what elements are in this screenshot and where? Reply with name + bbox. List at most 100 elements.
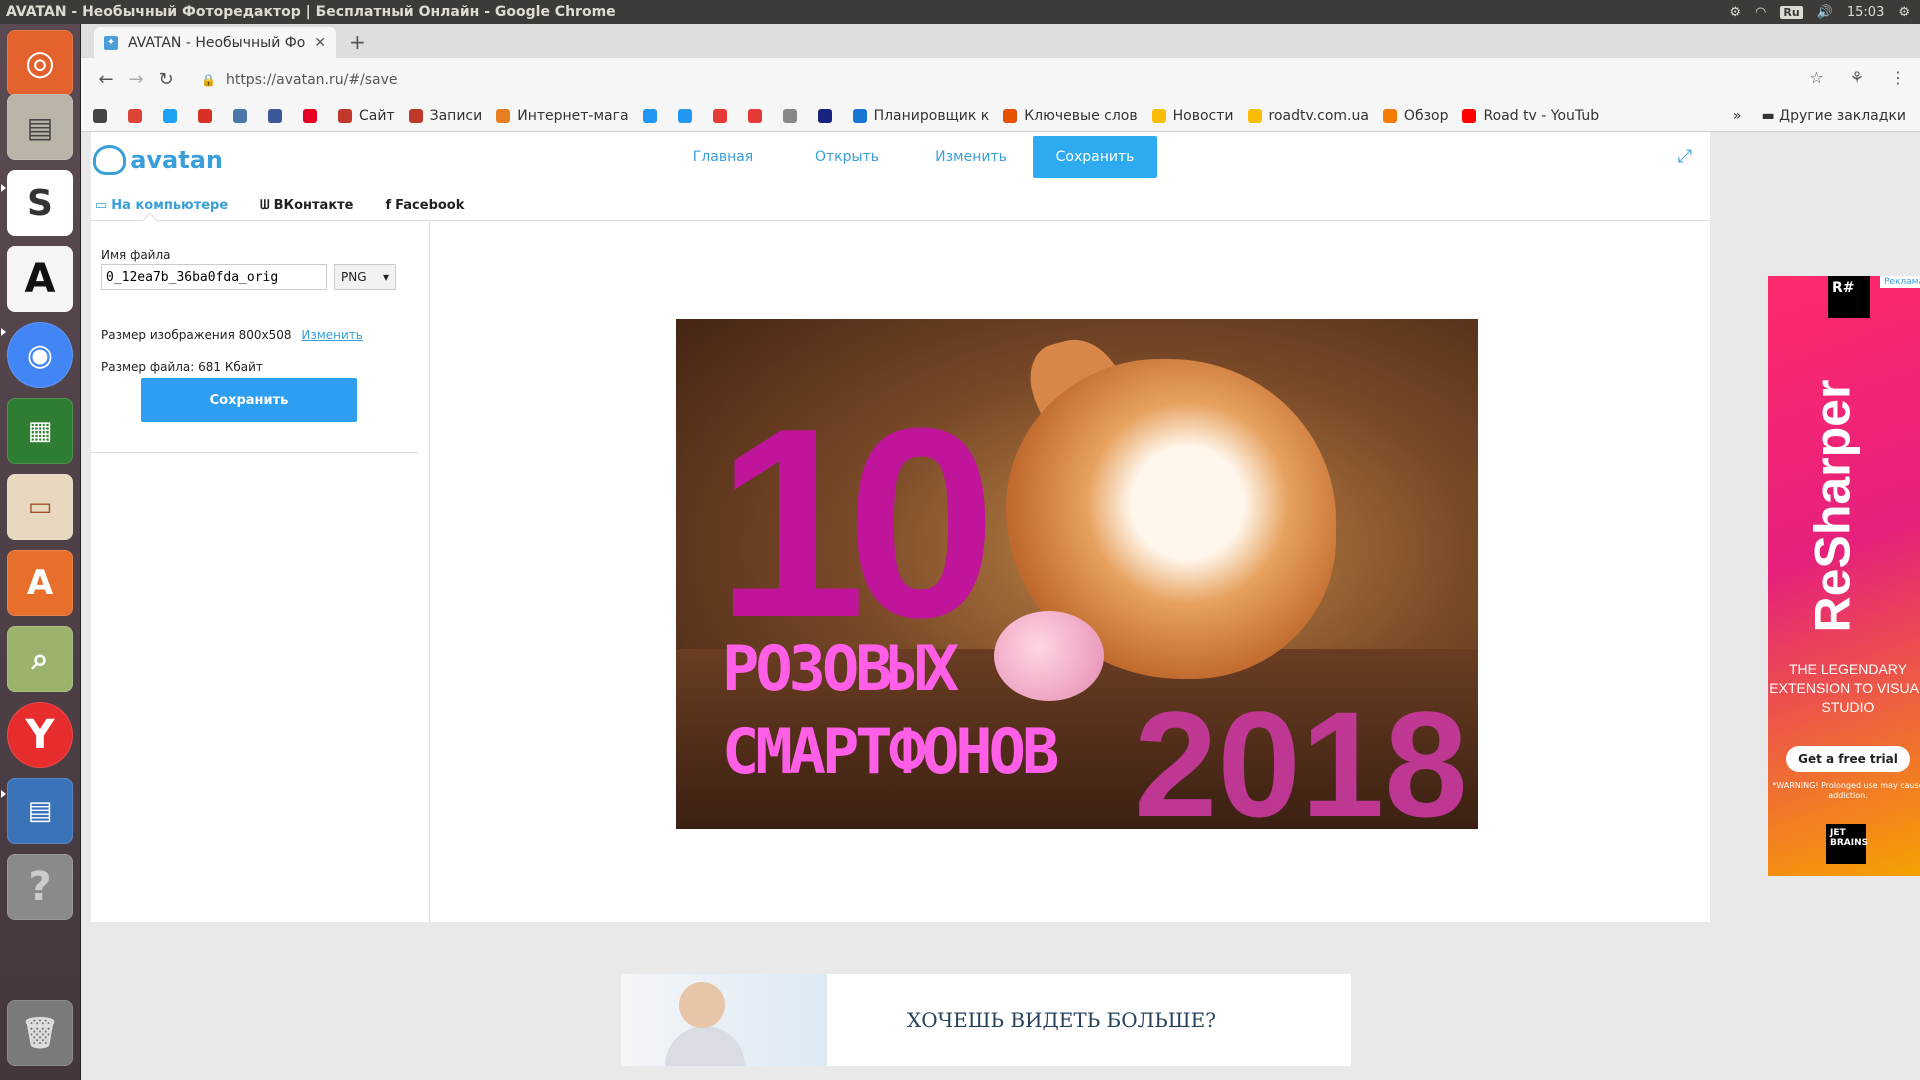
yandex-browser-icon[interactable]: Y <box>7 702 73 768</box>
bookmark-favicon-icon <box>496 108 511 123</box>
nav-item[interactable]: Изменить <box>909 136 1033 178</box>
menu-icon[interactable]: ⋮ <box>1890 68 1906 87</box>
nav-item[interactable]: Главная <box>661 136 785 178</box>
writer-icon[interactable]: ▤ <box>7 778 73 844</box>
image-viewer-icon[interactable]: ⌕ <box>7 626 73 692</box>
preview-line-2: СМАРТФОНОВ <box>722 715 1059 788</box>
bookmark-item[interactable]: Планировщик к <box>852 108 989 124</box>
power-icon[interactable]: ⚙ <box>1898 5 1910 20</box>
bookmark-item[interactable] <box>817 108 839 123</box>
bookmark-label: Новости <box>1172 107 1234 124</box>
new-tab-icon[interactable]: + <box>349 30 366 54</box>
change-size-link[interactable]: Изменить <box>301 328 363 342</box>
resharper-ad[interactable]: R# Реклама ReSharper THE LEGENDARY EXTEN… <box>1768 276 1920 876</box>
laptop-icon: ▭ <box>95 197 108 213</box>
ad-tag[interactable]: Реклама <box>1880 276 1920 288</box>
save-tab[interactable]: ▭ На компьютере <box>95 198 228 213</box>
bookmark-favicon-icon <box>782 108 797 123</box>
save-tab-label: ВКонтакте <box>273 197 354 213</box>
bottom-banner[interactable]: ХОЧЕШЬ ВИДЕТЬ БОЛЬШЕ? <box>621 974 1351 1066</box>
preview-year: 2018 <box>1134 680 1468 829</box>
calc-icon[interactable]: ▦ <box>7 398 73 464</box>
format-select[interactable]: PNG ▾ <box>334 264 396 290</box>
banner-image <box>621 974 827 1066</box>
bookmark-item[interactable]: Сайт <box>338 108 395 124</box>
panel-divider <box>91 452 419 453</box>
bookmarks-bar: Сайт Записи Интернет-мага Планировщик к Ключ… <box>81 100 1920 132</box>
avatan-favicon-icon: ✦ <box>104 35 118 50</box>
more-bookmarks-icon[interactable]: » <box>1733 108 1742 124</box>
save-tab[interactable]: ᗯ ВКонтакте <box>260 198 353 213</box>
page-content: avatan Главная Открыть Изменить Сохранить ⤢… <box>81 132 1920 1080</box>
preview-line-1: РОЗОВЫХ <box>722 632 959 705</box>
bookmark-item[interactable] <box>233 108 254 123</box>
bookmark-item[interactable] <box>712 108 734 123</box>
chrome-icon[interactable]: ◉ <box>7 322 73 388</box>
bookmark-star-icon[interactable]: ☆ <box>1809 68 1823 87</box>
software-center-icon[interactable]: A <box>7 550 73 616</box>
ubuntu-dash-icon[interactable]: ◎ <box>7 30 73 96</box>
bookmark-favicon-icon <box>1151 108 1166 123</box>
browser-tab[interactable]: ✦ AVATAN - Необычный Фо ✕ <box>94 27 336 58</box>
bookmark-favicon-icon <box>303 108 317 123</box>
filename-input[interactable] <box>101 264 327 290</box>
settings-icon[interactable]: ⚙ <box>1729 5 1741 20</box>
image-size-label: Размер изображения 800x508 <box>101 328 292 342</box>
back-icon[interactable]: ← <box>91 69 121 90</box>
bookmark-item[interactable] <box>163 108 184 123</box>
save-button[interactable]: Сохранить <box>141 378 357 422</box>
nav-item[interactable]: Сохранить <box>1033 136 1157 178</box>
bookmark-item[interactable] <box>782 108 804 123</box>
keyboard-layout-indicator[interactable]: Ru <box>1780 5 1803 19</box>
forward-icon[interactable]: → <box>121 69 151 90</box>
other-bookmarks-label: Другие закладки <box>1779 108 1906 124</box>
url-text[interactable]: https://avatan.ru/#/save <box>226 72 398 88</box>
bookmark-favicon-icon <box>93 108 107 123</box>
nav-item[interactable]: Открыть <box>785 136 909 178</box>
address-bar[interactable]: 🔒 https://avatan.ru/#/save <box>201 66 1841 94</box>
facebook-icon: f <box>385 197 392 213</box>
impress-icon[interactable]: ▭ <box>7 474 73 540</box>
clock[interactable]: 15:03 <box>1847 5 1884 20</box>
bookmark-item[interactable] <box>268 108 289 123</box>
bookmark-item[interactable] <box>677 108 699 123</box>
format-value: PNG <box>341 270 367 284</box>
bookmark-label: Обзор <box>1403 107 1449 124</box>
save-tab[interactable]: f Facebook <box>386 198 465 213</box>
extension-icon[interactable]: ⚘ <box>1850 68 1864 87</box>
bookmark-item[interactable]: roadtv.com.ua <box>1247 108 1369 124</box>
other-bookmarks[interactable]: ▬ Другие закладки <box>1761 108 1906 124</box>
bookmark-label: Ключевые слов <box>1024 107 1138 124</box>
bookmark-item[interactable]: Новости <box>1151 107 1234 124</box>
bookmark-item[interactable] <box>747 108 769 123</box>
bookmark-item[interactable]: Обзор <box>1382 107 1449 124</box>
bookmark-item[interactable] <box>642 108 664 123</box>
slack-icon[interactable]: S <box>7 170 73 236</box>
browser-chrome: ✦ AVATAN - Необычный Фо ✕ + ← → ↻ 🔒 http… <box>81 24 1920 132</box>
jetbrains-logo: JET BRAINS <box>1826 824 1868 864</box>
bookmark-item[interactable] <box>303 108 324 123</box>
bird-logo-icon <box>93 145 127 175</box>
wifi-icon[interactable]: ◠ <box>1755 5 1766 20</box>
bookmark-item[interactable]: Записи <box>408 108 482 124</box>
fullscreen-icon[interactable]: ⤢ <box>1678 146 1692 167</box>
font-viewer-icon[interactable]: A <box>7 246 73 312</box>
files-icon[interactable]: ▤ <box>7 94 73 160</box>
trash-icon[interactable]: 🗑 <box>7 1000 73 1066</box>
launcher: ◎ ▤ S A ◉ ▦ ▭ A ⌕ Y ▤ ? 🗑 <box>0 24 81 1080</box>
lock-icon[interactable]: 🔒 <box>201 73 216 87</box>
bookmark-item[interactable]: Интернет-мага <box>496 108 629 124</box>
volume-icon[interactable]: 🔊 <box>1817 5 1833 20</box>
ad-warning: *WARNING! Prolonged use may cause addict… <box>1772 781 1920 800</box>
bookmark-item[interactable] <box>93 108 114 123</box>
close-tab-icon[interactable]: ✕ <box>314 35 326 51</box>
ad-cta-button[interactable]: Get a free trial <box>1786 746 1910 772</box>
bookmark-item[interactable]: Ключевые слов <box>1003 107 1138 124</box>
bookmark-item[interactable] <box>128 108 149 123</box>
reload-icon[interactable]: ↻ <box>151 69 181 90</box>
bookmark-item[interactable]: Road tv - YouTub <box>1462 108 1599 124</box>
avatan-logo[interactable]: avatan <box>93 140 223 180</box>
bookmark-item[interactable] <box>198 108 219 123</box>
bookmark-favicon-icon <box>338 108 352 123</box>
help-icon[interactable]: ? <box>7 854 73 920</box>
